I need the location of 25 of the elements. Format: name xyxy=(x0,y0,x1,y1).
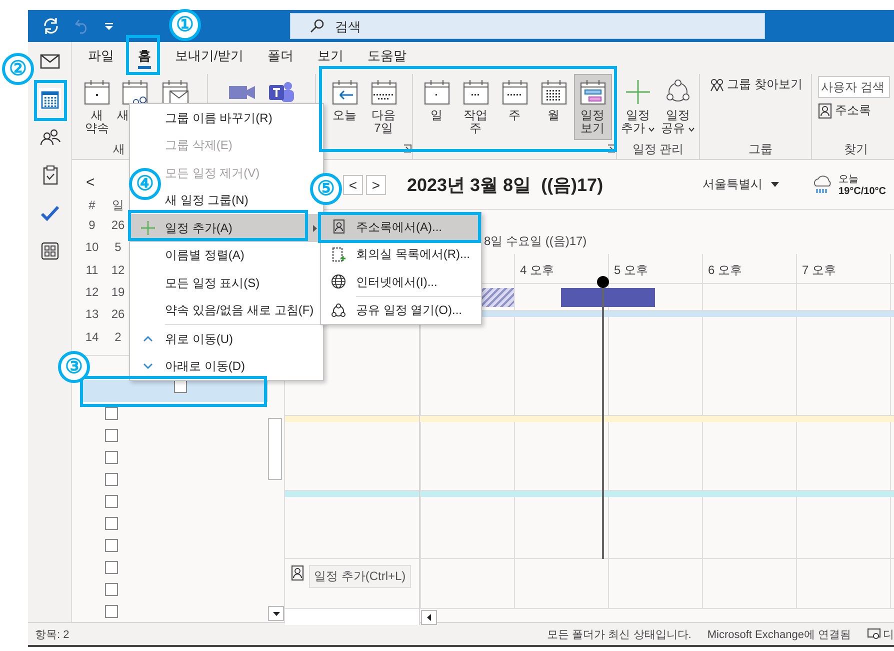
date-label: 8일 수요일 ((음)17) xyxy=(484,233,587,250)
step-number: ② xyxy=(2,53,34,85)
week-number: 13 xyxy=(85,307,99,322)
group-label: 일정 관리 xyxy=(632,140,684,158)
week-number: 12 xyxy=(85,285,99,300)
item-count: 항목: 2 xyxy=(35,628,70,642)
week-number: 11 xyxy=(86,262,98,277)
week-number: 9 xyxy=(88,218,96,232)
group-label: 그룹 xyxy=(748,140,772,158)
week-number: 10 xyxy=(85,240,99,254)
hour-label: 6 오후 xyxy=(708,262,742,279)
weather-day: 오늘 xyxy=(838,172,886,186)
group-label: 찾기 xyxy=(844,140,868,158)
status-message: Microsoft Exchange에 연결됨 xyxy=(707,628,851,642)
date-title: 2023년 3월 8일 ((음)17) xyxy=(407,174,604,196)
group-label: 새 xyxy=(113,140,125,158)
column-header: # xyxy=(88,198,96,212)
status-text: 디 xyxy=(883,628,894,642)
week-number: 14 xyxy=(85,330,99,344)
hour-label: 4 오후 xyxy=(520,262,554,279)
hour-label: 5 오후 xyxy=(614,262,648,279)
hour-label: 7 오후 xyxy=(802,262,836,279)
temperature: 19°C/10°C xyxy=(838,186,886,197)
status-message: 모든 폴더가 최신 상태입니다. xyxy=(547,628,692,642)
column-header: 일 xyxy=(112,196,124,214)
